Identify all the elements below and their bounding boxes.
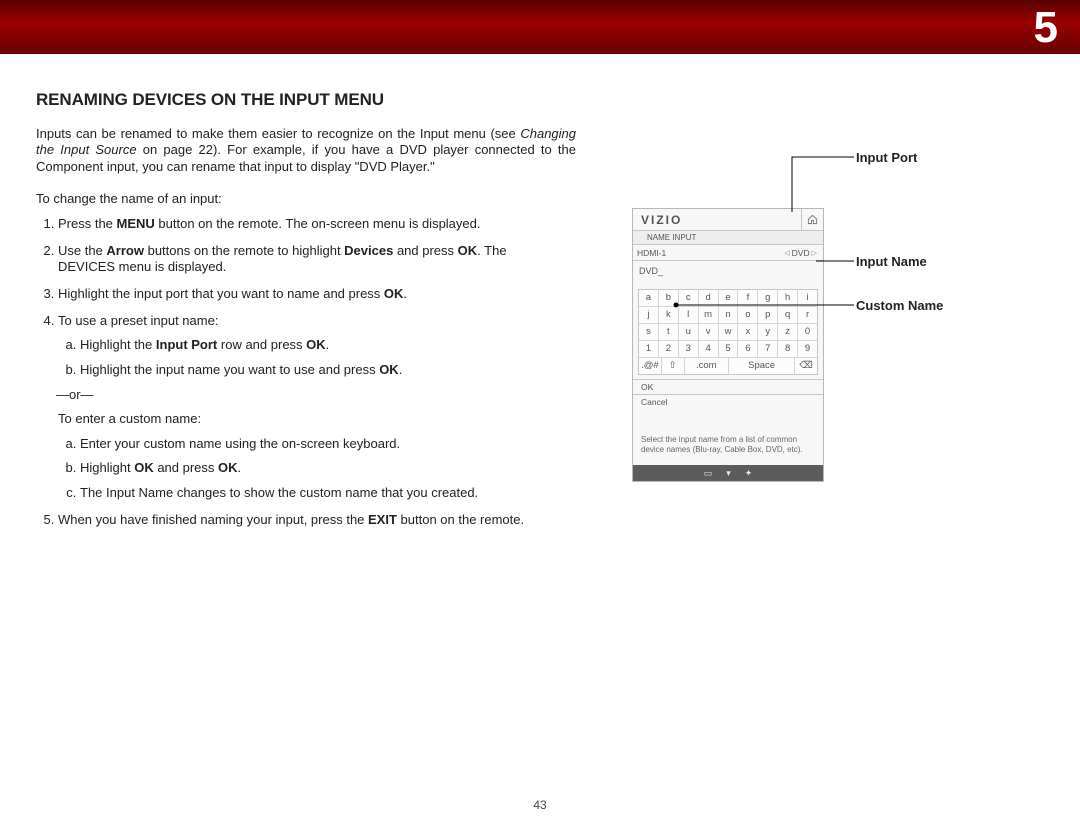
callout-input-port: Input Port — [856, 150, 917, 165]
steps-list: Press the MENU button on the remote. The… — [36, 216, 576, 528]
key[interactable]: s — [639, 324, 659, 340]
callout-custom-name: Custom Name — [856, 298, 943, 313]
kbd-row-3: s t u v w x y z 0 — [639, 324, 817, 341]
key[interactable]: t — [659, 324, 679, 340]
key[interactable]: w — [719, 324, 739, 340]
step-4a: Highlight the Input Port row and press O… — [80, 337, 566, 354]
page-number: 43 — [0, 798, 1080, 812]
step-5: When you have finished naming your input… — [58, 512, 576, 529]
key[interactable]: 1 — [639, 341, 659, 357]
cancel-button[interactable]: Cancel — [633, 394, 823, 409]
text-column: RENAMING DEVICES ON THE INPUT MENU Input… — [36, 90, 576, 538]
input-port-label: HDMI-1 — [637, 248, 782, 258]
key[interactable]: e — [719, 290, 739, 306]
device-brand: VIZIO — [633, 213, 801, 227]
input-port-value: DVD — [792, 248, 810, 258]
right-arrow-icon[interactable]: ▷ — [810, 249, 819, 257]
key[interactable]: n — [719, 307, 739, 323]
key[interactable]: 7 — [758, 341, 778, 357]
kbd-row-5: .@# ⇧ .com Space ⌫ — [639, 358, 817, 374]
footer-icon-star[interactable]: ✦ — [745, 468, 753, 479]
device-footer: ▭ ▾ ✦ — [633, 465, 823, 481]
footer-icon-wide[interactable]: ▭ — [704, 468, 713, 479]
key[interactable]: x — [738, 324, 758, 340]
step-3: Highlight the input port that you want t… — [58, 286, 576, 303]
step-4c-c: The Input Name changes to show the custo… — [80, 485, 566, 502]
key[interactable]: h — [778, 290, 798, 306]
or-separator: —or— — [56, 387, 566, 404]
page-content: RENAMING DEVICES ON THE INPUT MENU Input… — [0, 54, 1080, 538]
key[interactable]: o — [738, 307, 758, 323]
step-4c-b: Highlight OK and press OK. — [80, 460, 566, 477]
step-2: Use the Arrow buttons on the remote to h… — [58, 243, 576, 276]
section-title: RENAMING DEVICES ON THE INPUT MENU — [36, 90, 576, 110]
left-arrow-icon[interactable]: ◁ — [782, 249, 791, 257]
key[interactable]: z — [778, 324, 798, 340]
key[interactable]: 6 — [738, 341, 758, 357]
key[interactable]: p — [758, 307, 778, 323]
kbd-row-2: j k l m n o p q r — [639, 307, 817, 324]
ok-button[interactable]: OK — [633, 379, 823, 394]
key[interactable]: c — [679, 290, 699, 306]
device-screenshot: VIZIO NAME INPUT HDMI-1 ◁ DVD ▷ DVD_ a b… — [632, 208, 824, 482]
input-port-row[interactable]: HDMI-1 ◁ DVD ▷ — [633, 245, 823, 261]
step-4-custom-sub: Enter your custom name using the on-scre… — [58, 436, 566, 502]
key[interactable]: g — [758, 290, 778, 306]
key[interactable]: f — [738, 290, 758, 306]
key[interactable]: d — [699, 290, 719, 306]
header-bar: 5 — [0, 0, 1080, 54]
key[interactable]: 9 — [798, 341, 817, 357]
key[interactable]: 8 — [778, 341, 798, 357]
key[interactable]: 0 — [798, 324, 817, 340]
key[interactable]: 4 — [699, 341, 719, 357]
step-1: Press the MENU button on the remote. The… — [58, 216, 576, 233]
key[interactable]: a — [639, 290, 659, 306]
key[interactable]: y — [758, 324, 778, 340]
key[interactable]: b — [659, 290, 679, 306]
footer-icon-down[interactable]: ▾ — [726, 468, 731, 479]
key[interactable]: v — [699, 324, 719, 340]
kbd-row-1: a b c d e f g h i — [639, 290, 817, 307]
intro-paragraph: Inputs can be renamed to make them easie… — [36, 126, 576, 175]
intro-pre: Inputs can be renamed to make them easie… — [36, 126, 520, 141]
key[interactable]: q — [778, 307, 798, 323]
callout-input-name: Input Name — [856, 254, 927, 269]
step-4-sub: Highlight the Input Port row and press O… — [58, 337, 566, 378]
key[interactable]: i — [798, 290, 817, 306]
step-4c-a: Enter your custom name using the on-scre… — [80, 436, 566, 453]
device-breadcrumb: NAME INPUT — [633, 231, 823, 245]
key-space[interactable]: Space — [729, 358, 795, 374]
key[interactable]: u — [679, 324, 699, 340]
onscreen-keyboard: a b c d e f g h i j k l m n o p — [638, 289, 818, 375]
lead-line: To change the name of an input: — [36, 191, 576, 206]
custom-name-value: DVD_ — [639, 266, 663, 276]
custom-name-row[interactable]: DVD_ — [633, 261, 823, 281]
chapter-number: 5 — [1034, 3, 1058, 53]
device-header: VIZIO — [633, 209, 823, 231]
key-backspace[interactable]: ⌫ — [795, 358, 817, 374]
key[interactable]: l — [679, 307, 699, 323]
key[interactable]: j — [639, 307, 659, 323]
key[interactable]: 5 — [719, 341, 739, 357]
key[interactable]: k — [659, 307, 679, 323]
home-icon[interactable] — [801, 209, 823, 231]
kbd-row-4: 1 2 3 4 5 6 7 8 9 — [639, 341, 817, 358]
step-4: To use a preset input name: Highlight th… — [58, 313, 576, 502]
step-4b: Highlight the input name you want to use… — [80, 362, 566, 379]
key[interactable]: m — [699, 307, 719, 323]
key[interactable]: 2 — [659, 341, 679, 357]
figure-column: Input Port Input Name Custom Name VIZIO … — [632, 90, 1032, 538]
device-help-text: Select the input name from a list of com… — [633, 409, 823, 465]
key[interactable]: r — [798, 307, 817, 323]
key-symbols[interactable]: .@# — [639, 358, 662, 374]
key[interactable]: 3 — [679, 341, 699, 357]
key-shift[interactable]: ⇧ — [662, 358, 685, 374]
key-dotcom[interactable]: .com — [685, 358, 730, 374]
custom-lead: To enter a custom name: — [58, 411, 566, 428]
